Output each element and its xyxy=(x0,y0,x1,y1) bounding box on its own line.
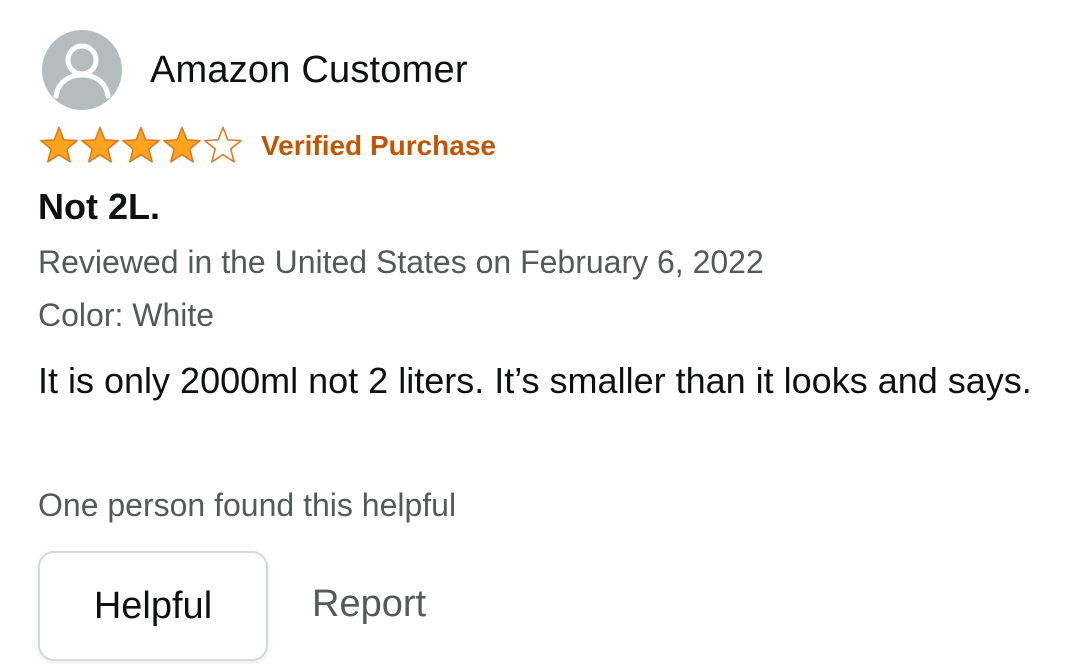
review-date: Reviewed in the United States on Februar… xyxy=(38,244,764,280)
avatar[interactable] xyxy=(42,30,122,110)
rating-row: Verified Purchase xyxy=(38,124,496,168)
star-filled-icon xyxy=(122,126,160,163)
helpful-count: One person found this helpful xyxy=(38,487,457,523)
star-rating[interactable] xyxy=(38,126,243,166)
helpful-button[interactable]: Helpful xyxy=(38,551,268,661)
verified-purchase-badge: Verified Purchase xyxy=(261,130,497,161)
reviewer-profile[interactable]: Amazon Customer xyxy=(42,30,468,110)
review-title[interactable]: Not 2L. xyxy=(38,186,160,228)
star-filled-icon xyxy=(81,126,119,163)
review-body: It is only 2000ml not 2 liters. It’s sma… xyxy=(38,360,1032,401)
customer-review: Amazon Customer Verified Purchase Not 2L… xyxy=(0,0,1080,664)
user-silhouette-icon xyxy=(53,43,111,99)
reviewer-name[interactable]: Amazon Customer xyxy=(150,49,468,92)
review-variant: Color: White xyxy=(38,297,215,333)
report-link[interactable]: Report xyxy=(312,583,426,626)
star-filled-icon xyxy=(163,126,201,163)
star-empty-icon xyxy=(204,126,242,163)
star-filled-icon xyxy=(40,126,78,163)
